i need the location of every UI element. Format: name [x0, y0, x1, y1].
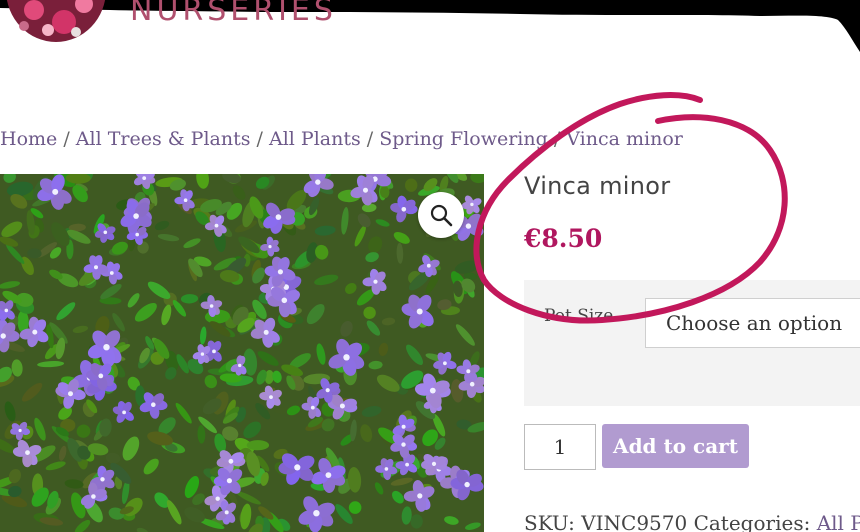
breadcrumb-all-plants[interactable]: All Plants	[269, 128, 361, 150]
magnifier-icon	[430, 204, 453, 227]
pot-size-select[interactable]: Choose an option	[645, 298, 860, 348]
product-price: €8.50	[524, 224, 603, 253]
breadcrumb-spring-flowering[interactable]: Spring Flowering	[379, 128, 548, 150]
breadcrumb-separator: /	[366, 128, 374, 150]
pot-size-label: Pot Size	[544, 306, 614, 326]
product-page: NURSERIES Home / All Trees & Plants / Al…	[0, 0, 860, 532]
categories-label: Categories:	[693, 511, 811, 532]
sku-value: VINC9570	[581, 511, 688, 532]
breadcrumb-separator: /	[553, 128, 561, 150]
product-meta: SKU: VINC9570 Categories: All Pla	[524, 511, 860, 532]
brand-name[interactable]: NURSERIES	[130, 0, 337, 26]
add-to-cart-button[interactable]: Add to cart	[602, 424, 749, 468]
logo[interactable]	[4, 0, 108, 46]
sku-label: SKU:	[524, 511, 575, 532]
variations-box: Pot Size Choose an option	[524, 280, 860, 406]
breadcrumb-separator: /	[256, 128, 263, 150]
breadcrumb-separator: /	[63, 128, 70, 150]
product-title: Vinca minor	[524, 172, 671, 200]
torn-edge	[0, 0, 860, 52]
breadcrumb-current: Vinca minor	[566, 128, 683, 150]
breadcrumb-home[interactable]: Home	[0, 128, 57, 150]
breadcrumb: Home / All Trees & Plants / All Plants /…	[0, 128, 683, 150]
quantity-input[interactable]: 1	[524, 424, 596, 470]
zoom-button[interactable]	[418, 192, 464, 238]
product-image[interactable]	[0, 174, 484, 532]
product-photo	[0, 174, 484, 532]
category-link[interactable]: All Pla	[817, 511, 860, 532]
breadcrumb-all-trees-plants[interactable]: All Trees & Plants	[76, 128, 251, 150]
